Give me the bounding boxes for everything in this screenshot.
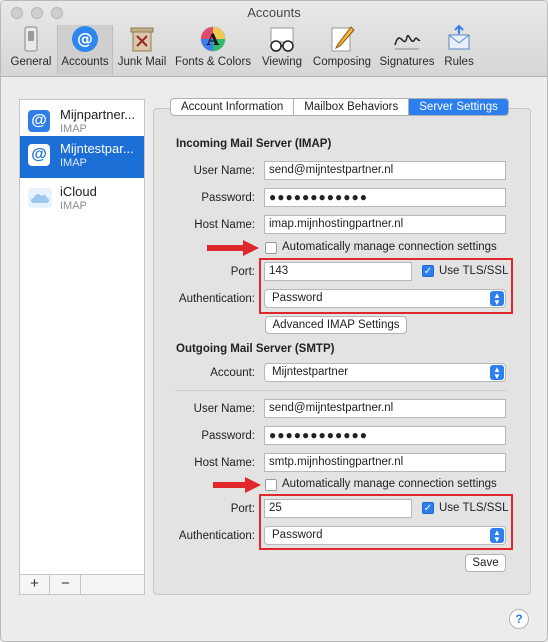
outgoing-auth-select[interactable]: Password ▲ ▼ [264,526,506,545]
settings-tabs: Account Information Mailbox Behaviors Se… [170,98,509,116]
account-item-mijntestpartner[interactable]: @ Mijntestpar... IMAP [20,136,144,178]
account-name: Mijnpartner... [60,107,136,122]
outgoing-auth-label: Authentication: [178,530,255,542]
incoming-auto-manage-checkbox[interactable] [265,242,277,254]
pencil-icon [331,26,355,52]
outgoing-host-label: Host Name: [194,457,255,469]
incoming-user-label: User Name: [193,165,255,177]
tab-server-settings[interactable]: Server Settings [409,99,508,115]
toolbar-general-label: General [10,56,52,68]
account-type: IMAP [60,200,87,212]
accounts-list: @ Mijnpartner... IMAP @ Mijntestpar... I… [19,99,145,595]
outgoing-tls-label: Use TLS/SSL [439,502,509,514]
rules-envelope-icon [448,25,470,50]
toolbar-general[interactable]: General [7,25,55,75]
toolbar-viewing[interactable]: Viewing [257,25,307,75]
toolbar-accounts-label: Accounts [61,56,109,68]
incoming-user-field[interactable]: send@mijntestpartner.nl [264,161,506,180]
tab-account-information[interactable]: Account Information [171,99,295,115]
font-color-icon: A [200,26,226,52]
toolbar-signatures-label: Signatures [379,56,435,68]
toolbar-fonts-colors[interactable]: A Fonts & Colors [173,25,253,75]
incoming-auth-label: Authentication: [178,293,255,305]
cloud-icon [28,188,52,208]
red-arrow-icon [207,240,259,256]
help-button[interactable]: ? [509,609,529,629]
advanced-imap-settings-button[interactable]: Advanced IMAP Settings [265,316,407,334]
toolbar-viewing-label: Viewing [261,56,303,68]
outgoing-account-value: Mijntestpartner [272,366,349,378]
incoming-heading: Incoming Mail Server (IMAP) [176,138,332,150]
account-item-icloud[interactable]: iCloud IMAP [20,179,144,221]
incoming-password-field[interactable]: ●●●●●●●●●●●● [264,188,506,207]
save-button[interactable]: Save [465,554,506,572]
incoming-host-label: Host Name: [194,219,255,231]
incoming-port-label: Port: [230,266,255,278]
incoming-port-field[interactable]: 143 [264,262,412,281]
signature-icon [394,34,421,50]
incoming-password-label: Password: [201,192,255,204]
incoming-auth-value: Password [272,292,323,304]
outgoing-account-label: Account: [210,367,255,379]
outgoing-auto-manage-checkbox[interactable] [265,479,277,491]
red-arrow-icon [213,477,261,493]
toolbar-accounts[interactable]: @ Accounts [57,25,113,75]
incoming-auth-select[interactable]: Password ▲ ▼ [264,289,506,308]
toolbar-fonts-colors-label: Fonts & Colors [174,56,252,68]
incoming-auto-manage-label: Automatically manage connection settings [282,241,497,253]
svg-text:@: @ [77,29,93,48]
outgoing-heading: Outgoing Mail Server (SMTP) [176,343,335,355]
toolbar-rules[interactable]: Rules [439,25,479,75]
outgoing-auth-value: Password [272,529,323,541]
toolbar-rules-label: Rules [444,56,474,68]
remove-account-button[interactable]: − [51,575,81,594]
outgoing-port-field[interactable]: 25 [264,499,412,518]
outgoing-password-label: Password: [201,430,255,442]
titlebar: Accounts General @ Accounts Junk Mail A … [1,1,547,77]
outgoing-password-field[interactable]: ●●●●●●●●●●●● [264,426,506,445]
toolbar-junk-mail[interactable]: Junk Mail [115,25,169,75]
outgoing-user-field[interactable]: send@mijntestpartner.nl [264,399,506,418]
outgoing-auto-manage-label: Automatically manage connection settings [282,478,497,490]
at-sign-icon: @ [28,110,50,132]
account-type: IMAP [60,123,87,135]
account-name: Mijntestpar... [60,141,134,156]
outgoing-account-select[interactable]: Mijntestpartner ▲ ▼ [264,363,506,382]
accounts-window: Accounts General @ Accounts Junk Mail A … [0,0,548,642]
switch-icon [24,26,38,52]
incoming-tls-label: Use TLS/SSL [439,265,509,277]
window-title: Accounts [247,5,301,20]
toolbar-composing-label: Composing [312,56,372,68]
glasses-icon [270,27,294,52]
incoming-tls-checkbox[interactable]: ✓ [422,265,434,277]
toolbar-junk-mail-label: Junk Mail [117,56,167,68]
toolbar-composing[interactable]: Composing [309,25,375,75]
outgoing-user-label: User Name: [193,403,255,415]
outgoing-tls-checkbox[interactable]: ✓ [422,502,434,514]
outgoing-host-field[interactable]: smtp.mijnhostingpartner.nl [264,453,506,472]
account-name: iCloud [60,184,97,199]
account-type: IMAP [60,157,87,169]
at-sign-icon: @ [72,26,98,52]
chevron-updown-icon: ▲ ▼ [490,291,504,307]
chevron-updown-icon: ▲ ▼ [490,528,504,544]
chevron-updown-icon: ▲ ▼ [490,365,504,381]
toolbar-signatures[interactable]: Signatures [377,25,437,75]
at-sign-icon: @ [28,144,50,166]
svg-text:A: A [206,30,220,49]
add-account-button[interactable]: + [20,575,50,594]
incoming-host-field[interactable]: imap.mijnhostingpartner.nl [264,215,506,234]
trash-bin-icon [130,27,154,52]
outgoing-port-label: Port: [230,503,255,515]
accounts-list-footer: + − [20,574,144,594]
tab-mailbox-behaviors[interactable]: Mailbox Behaviors [294,99,410,115]
divider [175,390,507,391]
